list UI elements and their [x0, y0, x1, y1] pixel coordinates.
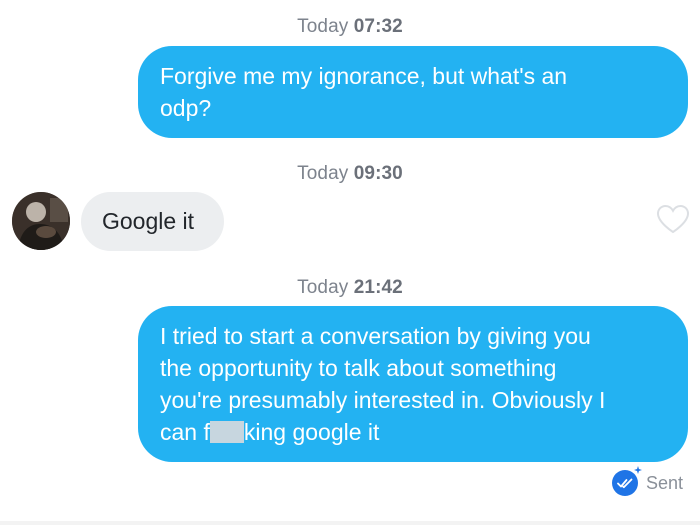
message-line: I tried to start a conversation by givin…: [160, 323, 591, 349]
timestamp-day: Today: [297, 163, 349, 184]
message-line: odp?: [160, 95, 212, 121]
timestamp: Today 21:42: [0, 277, 700, 299]
sparkle-icon: [634, 466, 642, 474]
censor-block: [209, 421, 244, 443]
timestamp-time: 07:32: [353, 16, 403, 37]
message-text: Google it: [102, 208, 195, 234]
timestamp-time: 21:42: [353, 277, 403, 298]
double-check-icon: [612, 466, 642, 496]
sent-label: Sent: [646, 472, 684, 493]
avatar-photo: [12, 192, 70, 250]
heart-outline-icon[interactable]: [656, 204, 690, 234]
message-text-suffix: king google it: [243, 419, 380, 445]
message-line: can f king google it: [160, 416, 666, 448]
timestamp-time: 09:30: [353, 163, 403, 184]
avatar[interactable]: [12, 192, 70, 250]
message-line: the opportunity to talk about something: [160, 355, 557, 381]
sent-status: Sent: [612, 466, 684, 498]
outgoing-message-bubble[interactable]: Forgive me my ignorance, but what's an o…: [138, 46, 688, 138]
timestamp-day: Today: [297, 16, 349, 37]
incoming-message-bubble[interactable]: Google it: [81, 192, 224, 251]
timestamp-day: Today: [297, 277, 349, 298]
message-line: you're presumably interested in. Obvious…: [160, 387, 606, 413]
timestamp: Today 09:30: [0, 163, 700, 185]
divider: [0, 521, 700, 525]
message-line: Forgive me my ignorance, but what's an: [160, 63, 568, 89]
message-text-prefix: can f: [160, 419, 210, 445]
timestamp: Today 07:32: [0, 16, 700, 38]
outgoing-message-bubble[interactable]: I tried to start a conversation by givin…: [138, 306, 688, 462]
